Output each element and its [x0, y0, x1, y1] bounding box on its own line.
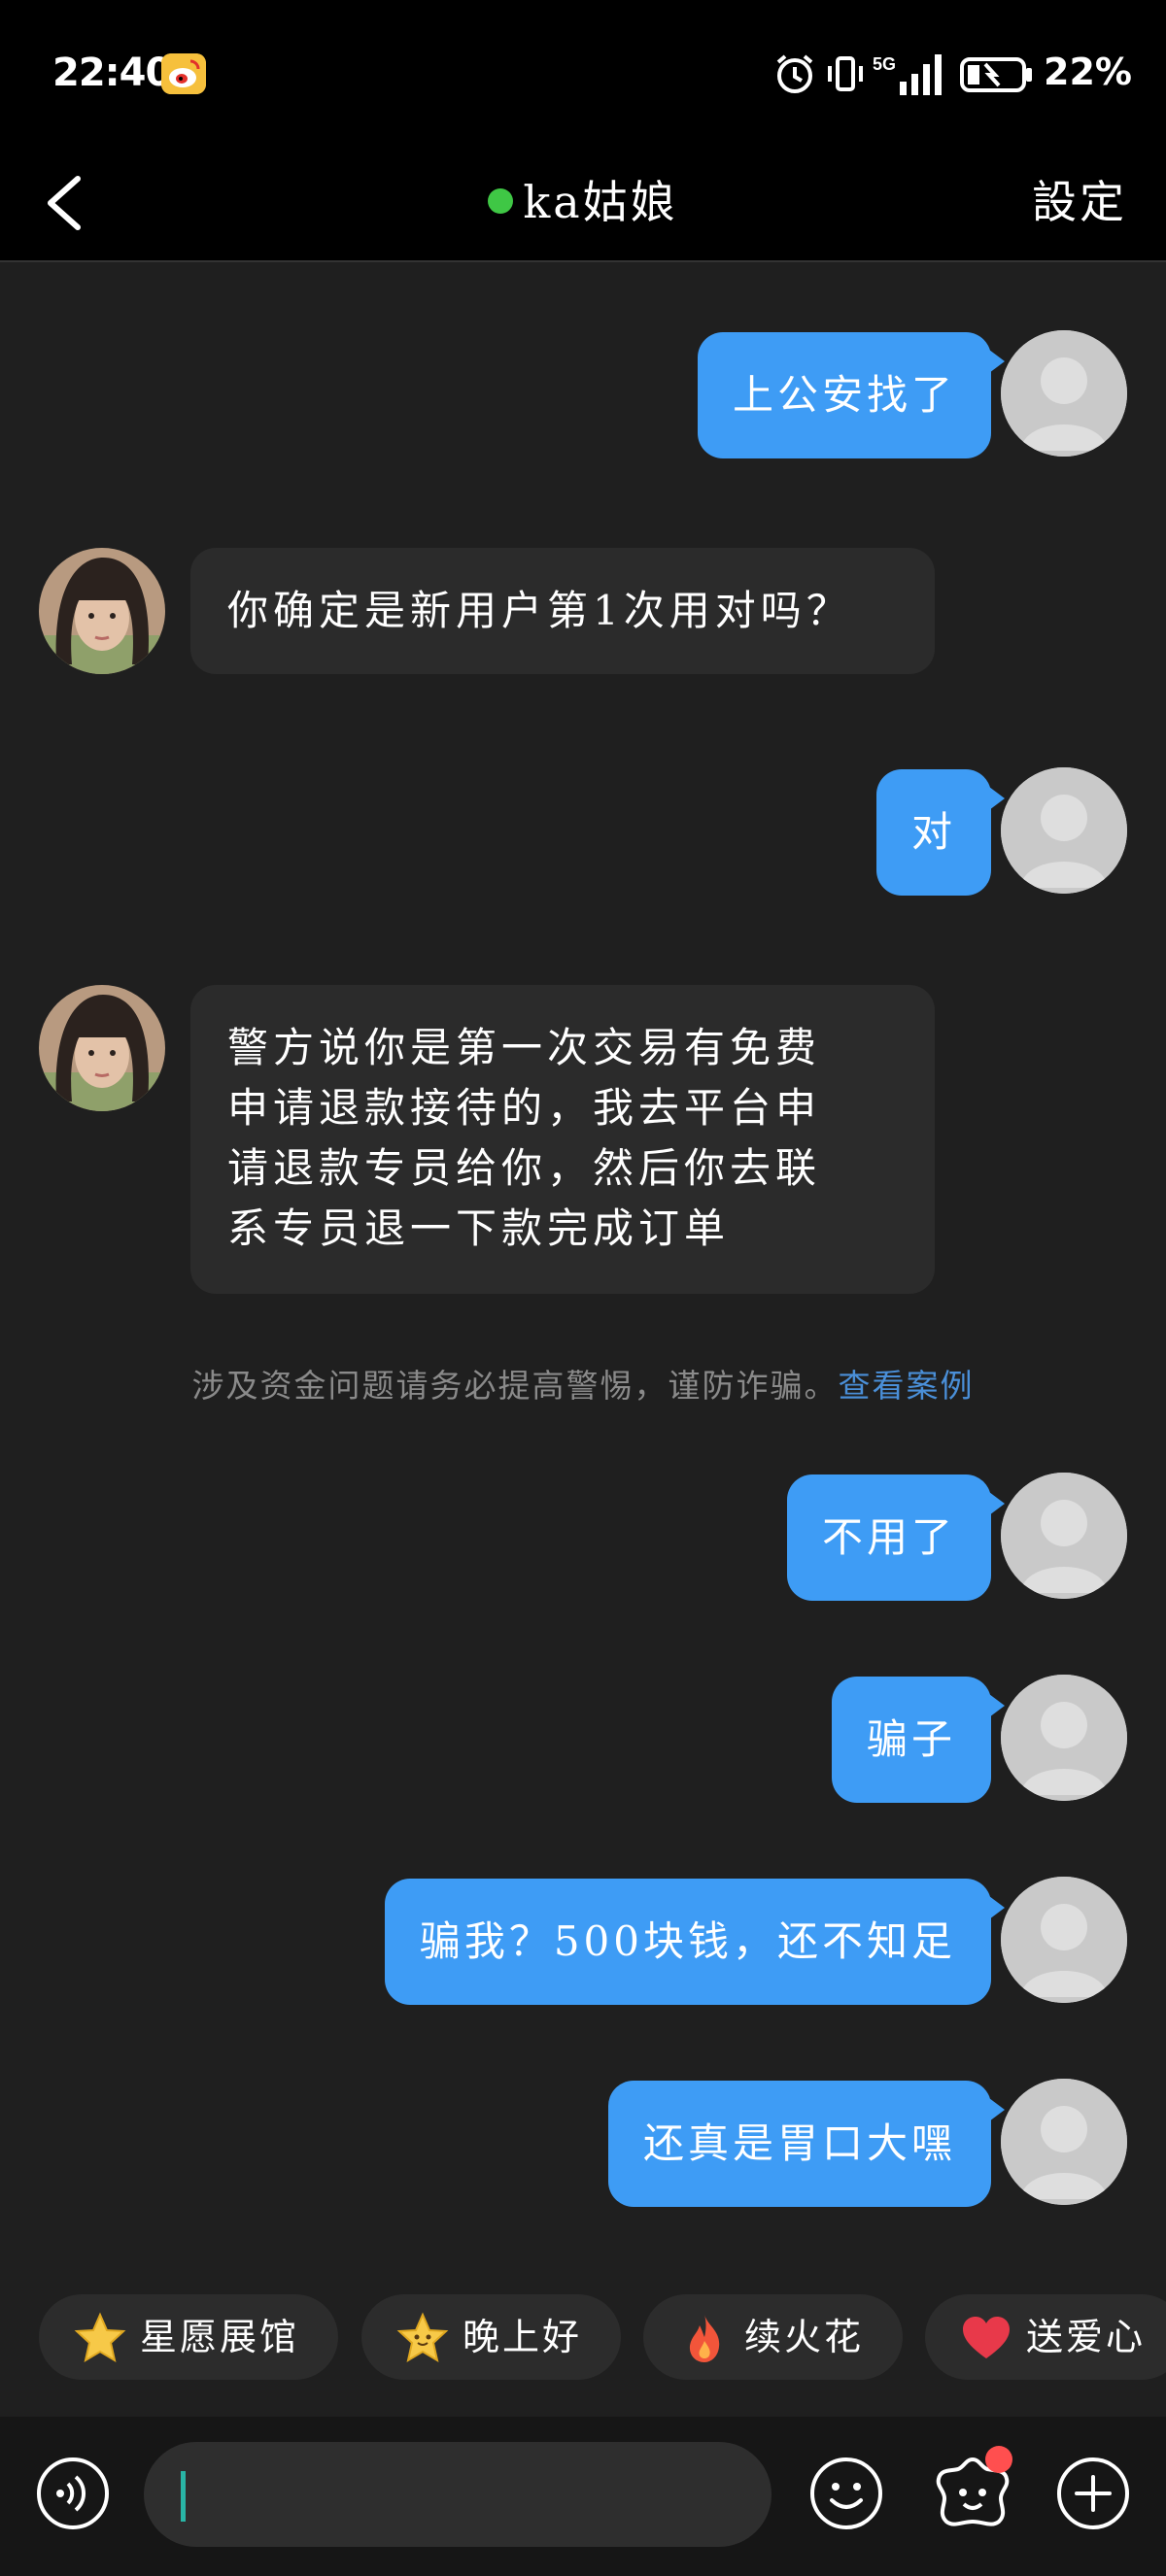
message-text: 骗子	[866, 1715, 956, 1763]
chip-good-evening[interactable]: 晚上好	[361, 2294, 622, 2380]
contact-photo-icon	[39, 985, 165, 1111]
star-face-icon	[396, 2312, 449, 2363]
my-avatar[interactable]	[1001, 1877, 1127, 2003]
my-avatar[interactable]	[1001, 1675, 1127, 1801]
weibo-notification-icon	[161, 53, 206, 94]
chip-label: 送爱心	[1026, 2316, 1147, 2358]
default-avatar-icon	[1001, 767, 1127, 894]
signal-5g-icon: 5G	[873, 54, 942, 95]
text-cursor	[181, 2471, 186, 2522]
contact-name: ka姑娘	[523, 176, 678, 228]
message-input[interactable]	[144, 2442, 772, 2547]
outgoing-message[interactable]: 骗子	[831, 1677, 1006, 1803]
outgoing-message[interactable]: 不用了	[786, 1474, 1006, 1601]
outgoing-message[interactable]: 还真是胃口大嘿	[607, 2081, 1006, 2207]
status-bar: 22:40 5G 22%	[0, 0, 1166, 146]
message-text: 上公安找了	[732, 371, 956, 419]
notification-dot	[985, 2446, 1012, 2473]
message-input-bar	[0, 2417, 1166, 2576]
chip-label: 续火花	[744, 2316, 865, 2358]
heart-icon	[963, 2317, 1010, 2358]
outgoing-message[interactable]: 上公安找了	[697, 332, 1006, 458]
notice-text: 涉及资金问题请务必提高警惕，谨防诈骗。	[191, 1367, 839, 1405]
message-text: 骗我？500块钱，还不知足	[419, 1917, 956, 1965]
settings-button[interactable]: 設定	[1032, 167, 1127, 231]
chat-header: ka姑娘 設定	[0, 146, 1166, 262]
battery-percent: 22%	[1044, 51, 1132, 93]
my-avatar[interactable]	[1001, 1473, 1127, 1599]
my-avatar[interactable]	[1001, 767, 1127, 894]
default-avatar-icon	[1001, 1675, 1127, 1801]
status-time: 22:40	[52, 51, 172, 95]
view-cases-link[interactable]: 查看案例	[839, 1367, 975, 1405]
default-avatar-icon	[1001, 2079, 1127, 2205]
chip-star-gallery[interactable]: 星愿展馆	[39, 2294, 339, 2380]
vibrate-icon	[828, 56, 863, 91]
outgoing-message[interactable]: 骗我？500块钱，还不知足	[384, 1879, 1006, 2005]
message-line: 申请退款接待的，我去平台申	[227, 1084, 822, 1132]
svg-text:5G: 5G	[873, 54, 896, 74]
contact-avatar[interactable]	[39, 548, 165, 674]
message-text: 不用了	[821, 1513, 956, 1561]
online-status-dot	[488, 188, 514, 214]
contact-photo-icon	[39, 548, 165, 674]
message-text: 还真是胃口大嘿	[642, 2119, 956, 2167]
outgoing-message[interactable]: 对	[875, 769, 1006, 896]
voice-input-button[interactable]	[35, 2456, 111, 2531]
incoming-message[interactable]: 你确定是新用户第1次用对吗？	[190, 548, 935, 674]
default-avatar-icon	[1001, 1877, 1127, 2003]
chat-title: ka姑娘	[0, 167, 1166, 231]
message-line: 系专员退一下款完成订单	[227, 1204, 731, 1252]
default-avatar-icon	[1001, 330, 1127, 457]
emoji-button[interactable]	[808, 2456, 884, 2531]
default-avatar-icon	[1001, 1473, 1127, 1599]
message-text: 你确定是新用户第1次用对吗？	[227, 587, 852, 634]
fire-icon	[689, 2315, 720, 2362]
my-avatar[interactable]	[1001, 2079, 1127, 2205]
battery-icon	[960, 57, 1032, 92]
quick-action-chips[interactable]: 星愿展馆 晚上好 续火花 送爱心	[0, 2294, 1166, 2395]
chat-messages[interactable]: 上公安找了 你确定是新用户第1次用对吗？ 对 警方说你是第一次交易有免费 申请退…	[0, 264, 1166, 2265]
chip-continue-spark[interactable]: 续火花	[643, 2294, 904, 2380]
incoming-message[interactable]: 警方说你是第一次交易有免费 申请退款接待的，我去平台申 请退款专员给你，然后你去…	[190, 985, 935, 1294]
message-line: 警方说你是第一次交易有免费	[227, 1024, 822, 1071]
chip-send-heart[interactable]: 送爱心	[925, 2294, 1166, 2380]
message-text: 对	[910, 808, 956, 856]
more-options-button[interactable]	[1055, 2456, 1131, 2531]
chip-label: 星愿展馆	[140, 2316, 300, 2358]
alarm-icon	[776, 54, 813, 93]
contact-avatar[interactable]	[39, 985, 165, 1111]
star-icon	[74, 2312, 126, 2363]
chip-label: 晚上好	[463, 2316, 583, 2358]
message-line: 请退款专员给你，然后你去联	[227, 1144, 822, 1192]
fraud-warning-notice: 涉及资金问题请务必提高警惕，谨防诈骗。查看案例	[0, 1360, 1166, 1407]
my-avatar[interactable]	[1001, 330, 1127, 457]
